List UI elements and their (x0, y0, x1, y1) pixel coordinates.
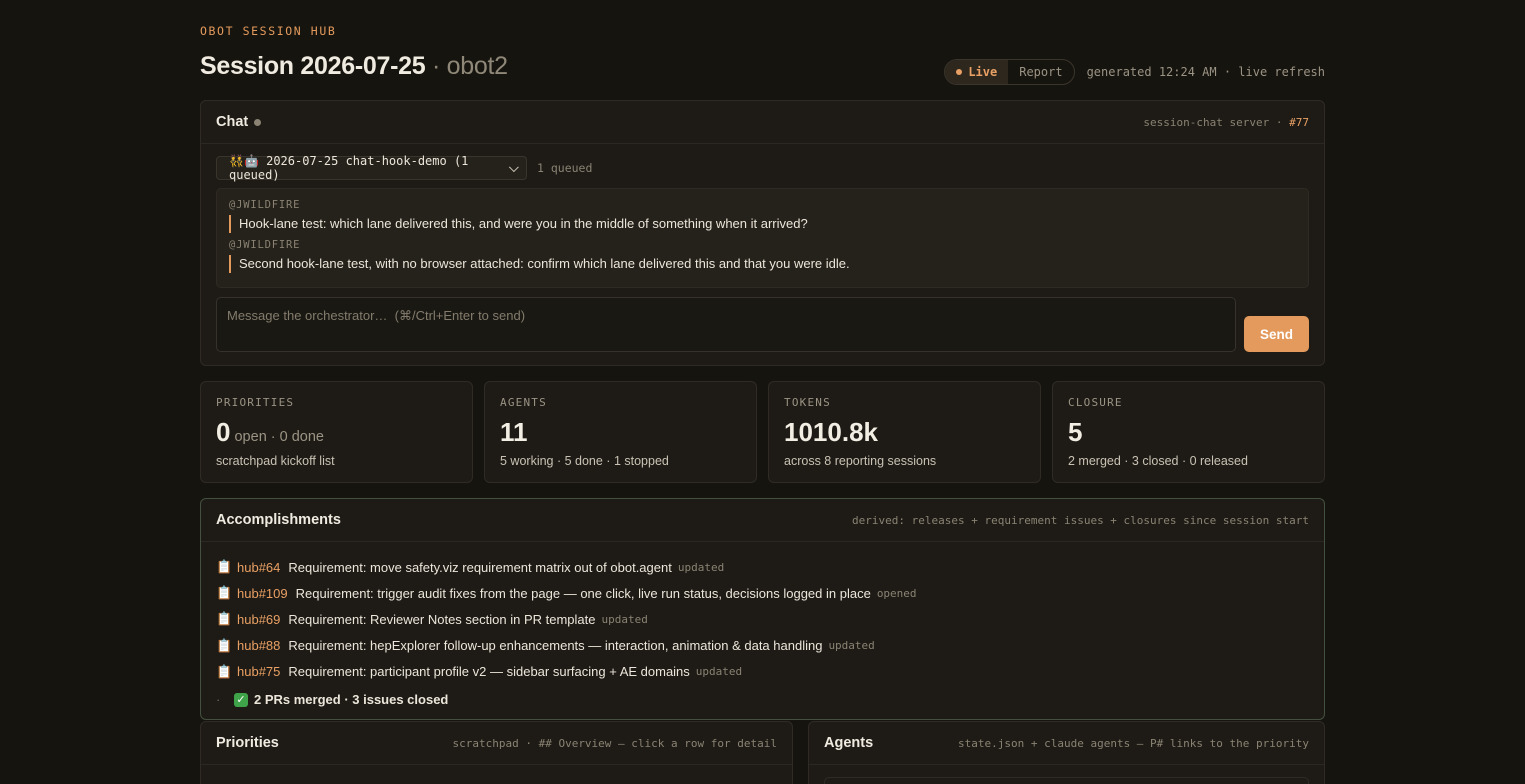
priorities-title: Priorities (216, 735, 279, 751)
stat-tokens: TOKENS 1010.8k across 8 reporting sessio… (768, 381, 1041, 483)
stat-number: 11 (500, 417, 528, 447)
stat-label: CLOSURE (1068, 396, 1123, 409)
stat-sub: 5 working · 5 done · 1 stopped (500, 454, 669, 468)
queued-count: 1 queued (537, 161, 593, 175)
connection-status-icon (254, 118, 262, 126)
agents-title: Agents (824, 735, 874, 751)
session-select-value: 👯🤖 2026-07-25 chat-hook-demo (1 queued) (229, 154, 469, 182)
session-select[interactable]: 👯🤖 2026-07-25 chat-hook-demo (1 queued) (216, 154, 527, 182)
summary-text: 2 PRs merged · 3 issues closed (254, 692, 449, 708)
accomplishments-header: Accomplishments derived: releases + requ… (201, 499, 1324, 542)
live-dot-icon (956, 69, 963, 75)
item-tag: updated (601, 612, 648, 626)
clipboard-icon: 📋 (216, 663, 233, 679)
item-tag: updated (828, 639, 875, 653)
chat-header: Chat session-chat server · #77 (201, 101, 1324, 144)
agents-meta: state.json + claude agents — P# links to… (958, 736, 1309, 750)
priorities-panel: Priorities scratchpad · ## Overview — cl… (200, 721, 793, 784)
generated-status: generated 12:24 AM · live refresh (1086, 65, 1325, 79)
item-text: Requirement: Reviewer Notes section in P… (288, 611, 596, 627)
clipboard-icon: 📋 (216, 611, 233, 627)
send-button[interactable]: Send (1244, 316, 1309, 352)
agents-panel: Agents state.json + claude agents — P# l… (808, 721, 1325, 784)
message-list: @JWILDFIRE Hook-lane test: which lane de… (216, 188, 1309, 288)
stat-unit: open · 0 done (230, 429, 324, 445)
mode-live-button[interactable]: Live (945, 60, 1009, 84)
list-item: 📋 hub#69 Requirement: Reviewer Notes secti… (216, 606, 1309, 632)
stat-sub: across 8 reporting sessions (784, 454, 937, 468)
message-input[interactable] (216, 297, 1236, 352)
stat-sub: scratchpad kickoff list (216, 454, 335, 468)
agents-header: Agents state.json + claude agents — P# l… (809, 722, 1324, 765)
stat-value: 11 (500, 417, 741, 448)
message-author: @JWILDFIRE (229, 199, 301, 211)
clipboard-icon: 📋 (216, 585, 233, 601)
item-tag: opened (876, 586, 917, 600)
accomplishments-meta: derived: releases + requirement issues +… (852, 513, 1309, 527)
issue-link[interactable]: hub#69 (237, 612, 280, 627)
stat-label: PRIORITIES (216, 396, 295, 409)
chat-panel: Chat session-chat server · #77 👯🤖 2026-0… (200, 100, 1325, 366)
mode-report-button[interactable]: Report (1008, 60, 1073, 84)
stat-label: AGENTS (500, 396, 547, 409)
header-controls: Live Report generated 12:24 AM · live re… (944, 59, 1325, 85)
message-text: Second hook-lane test, with no browser a… (229, 255, 1296, 273)
list-item: 📋 hub#75 Requirement: participant profile … (216, 659, 1309, 685)
stat-value: 5 (1068, 417, 1309, 448)
item-text: Requirement: move safety.viz requirement… (288, 559, 672, 575)
stat-closure: CLOSURE 5 2 merged · 3 closed · 0 releas… (1052, 381, 1325, 483)
stat-number: 1010.8k (784, 417, 878, 447)
item-text: Requirement: hepExplorer follow-up enhan… (288, 638, 823, 654)
bullet-icon: · (216, 692, 221, 708)
check-icon: ✓ (234, 692, 248, 707)
chat-issue-link[interactable]: #77 (1289, 116, 1309, 129)
clipboard-icon: 📋 (216, 559, 233, 575)
list-item: 📋 hub#109 Requirement: trigger audit fixes… (216, 580, 1309, 606)
chat-meta: session-chat server · #77 (1143, 116, 1309, 129)
stat-value: 0 open · 0 done (216, 417, 457, 448)
chat-title: Chat (216, 114, 262, 130)
eyebrow: OBOT SESSION HUB (200, 24, 337, 38)
stat-priorities: PRIORITIES 0 open · 0 done scratchpad ki… (200, 381, 473, 483)
stat-label: TOKENS (784, 396, 831, 409)
priorities-meta: scratchpad · ## Overview — click a row f… (452, 736, 777, 750)
message-author: @JWILDFIRE (229, 239, 301, 251)
item-text: Requirement: trigger audit fixes from th… (295, 585, 871, 601)
stat-value: 1010.8k (784, 417, 1025, 448)
accomplishments-list: 📋 hub#64 Requirement: move safety.viz requ… (201, 542, 1324, 715)
message-text: Hook-lane test: which lane delivered thi… (229, 215, 1296, 233)
clipboard-icon: 📋 (216, 637, 233, 653)
stat-agents: AGENTS 11 5 working · 5 done · 1 stopped (484, 381, 757, 483)
accomplishments-panel: Accomplishments derived: releases + requ… (200, 498, 1325, 720)
closure-summary: · ✓ 2 PRs merged · 3 issues closed (216, 685, 1309, 715)
session-title: Session 2026-07-25 (200, 52, 426, 80)
session-selector-row: 👯🤖 2026-07-25 chat-hook-demo (1 queued) … (216, 154, 593, 182)
priorities-header: Priorities scratchpad · ## Overview — cl… (201, 722, 792, 765)
stat-number: 0 (216, 417, 231, 447)
stat-number: 5 (1068, 417, 1083, 447)
chevron-down-icon (509, 161, 519, 172)
list-item: 📋 hub#88 Requirement: hepExplorer follow-u… (216, 633, 1309, 659)
mode-toggle: Live Report (944, 59, 1075, 85)
issue-link[interactable]: hub#75 (237, 664, 280, 679)
mode-live-label: Live (968, 65, 998, 79)
agents-list (824, 777, 1309, 784)
page-title: Session 2026-07-25 · obot2 (200, 52, 508, 81)
accomplishments-title: Accomplishments (216, 512, 341, 528)
item-tag: updated (695, 665, 743, 679)
chat-title-label: Chat (216, 114, 249, 130)
stat-sub: 2 merged · 3 closed · 0 released (1068, 454, 1248, 468)
issue-link[interactable]: hub#109 (237, 586, 288, 601)
issue-link[interactable]: hub#88 (237, 638, 280, 653)
list-item: 📋 hub#64 Requirement: move safety.viz requ… (216, 554, 1309, 580)
session-host: · obot2 (425, 52, 508, 80)
item-tag: updated (677, 560, 725, 574)
chat-meta-label: session-chat server · (1143, 115, 1290, 129)
item-text: Requirement: participant profile v2 — si… (288, 664, 690, 680)
issue-link[interactable]: hub#64 (237, 560, 280, 575)
